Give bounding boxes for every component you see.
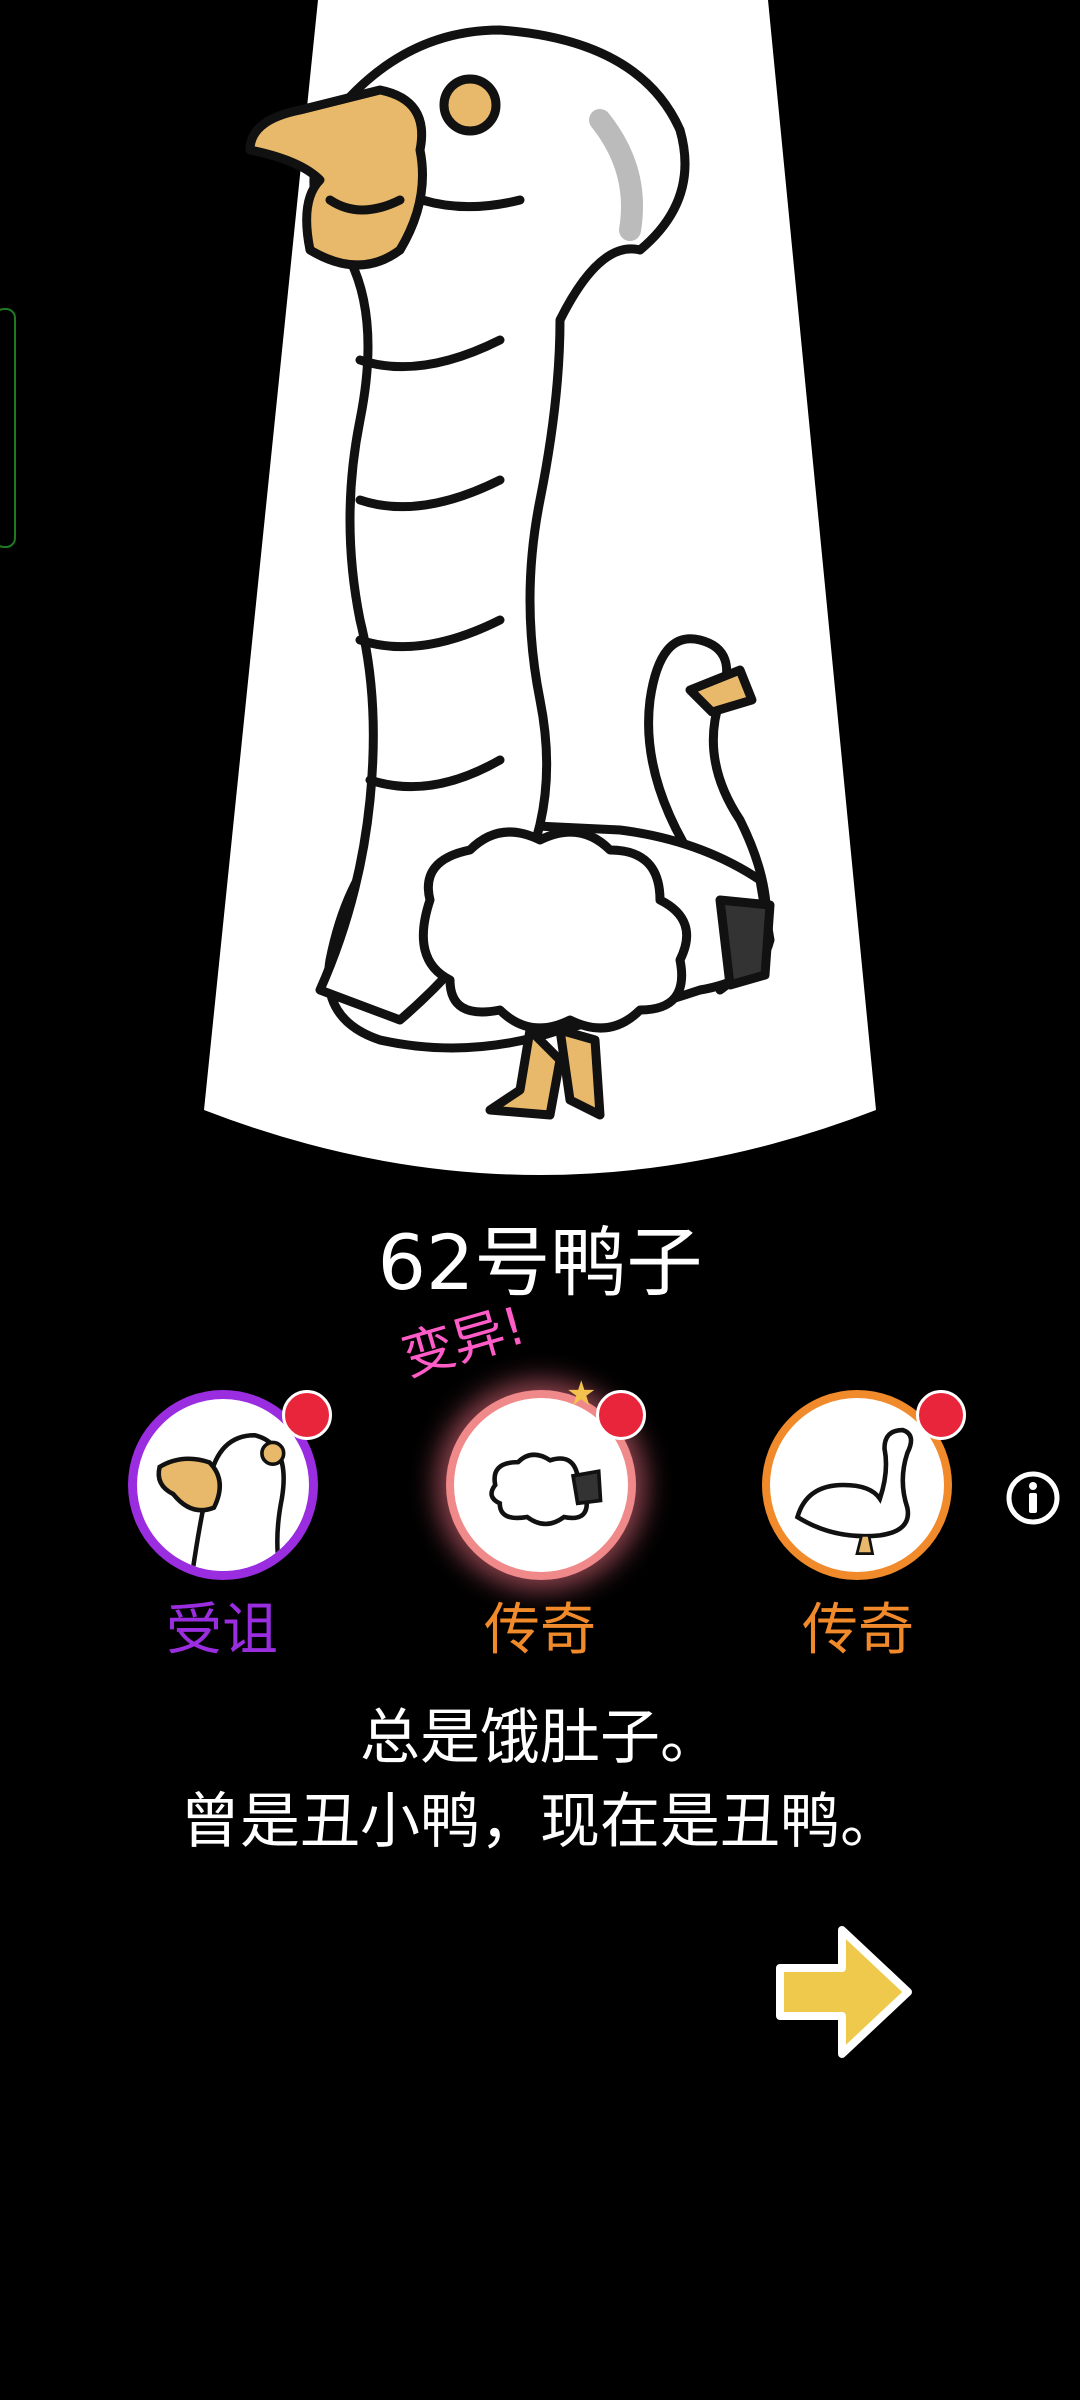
spotlight-stage <box>204 0 876 1175</box>
part-rarity-label: 传奇 <box>484 1598 596 1663</box>
duck-name-title: 62号鸭子 <box>377 1218 703 1307</box>
info-icon[interactable] <box>1005 1470 1061 1526</box>
new-badge-dot <box>282 1390 332 1440</box>
description-line-2: 曾是丑小鸭，现在是丑鸭。 <box>180 1787 900 1857</box>
duck-description: 总是饿肚子。 曾是丑小鸭，现在是丑鸭。 <box>0 1696 1080 1864</box>
new-badge-dot <box>916 1390 966 1440</box>
arrow-right-icon[interactable] <box>770 1918 918 2066</box>
part-rarity-label: 受诅 <box>166 1598 278 1663</box>
side-drawer-tab[interactable] <box>0 308 16 548</box>
new-badge-dot <box>596 1390 646 1440</box>
star-icon: ★ <box>566 1374 597 1414</box>
description-line-1: 总是饿肚子。 <box>360 1703 720 1773</box>
part-rarity-label: 传奇 <box>802 1598 914 1663</box>
